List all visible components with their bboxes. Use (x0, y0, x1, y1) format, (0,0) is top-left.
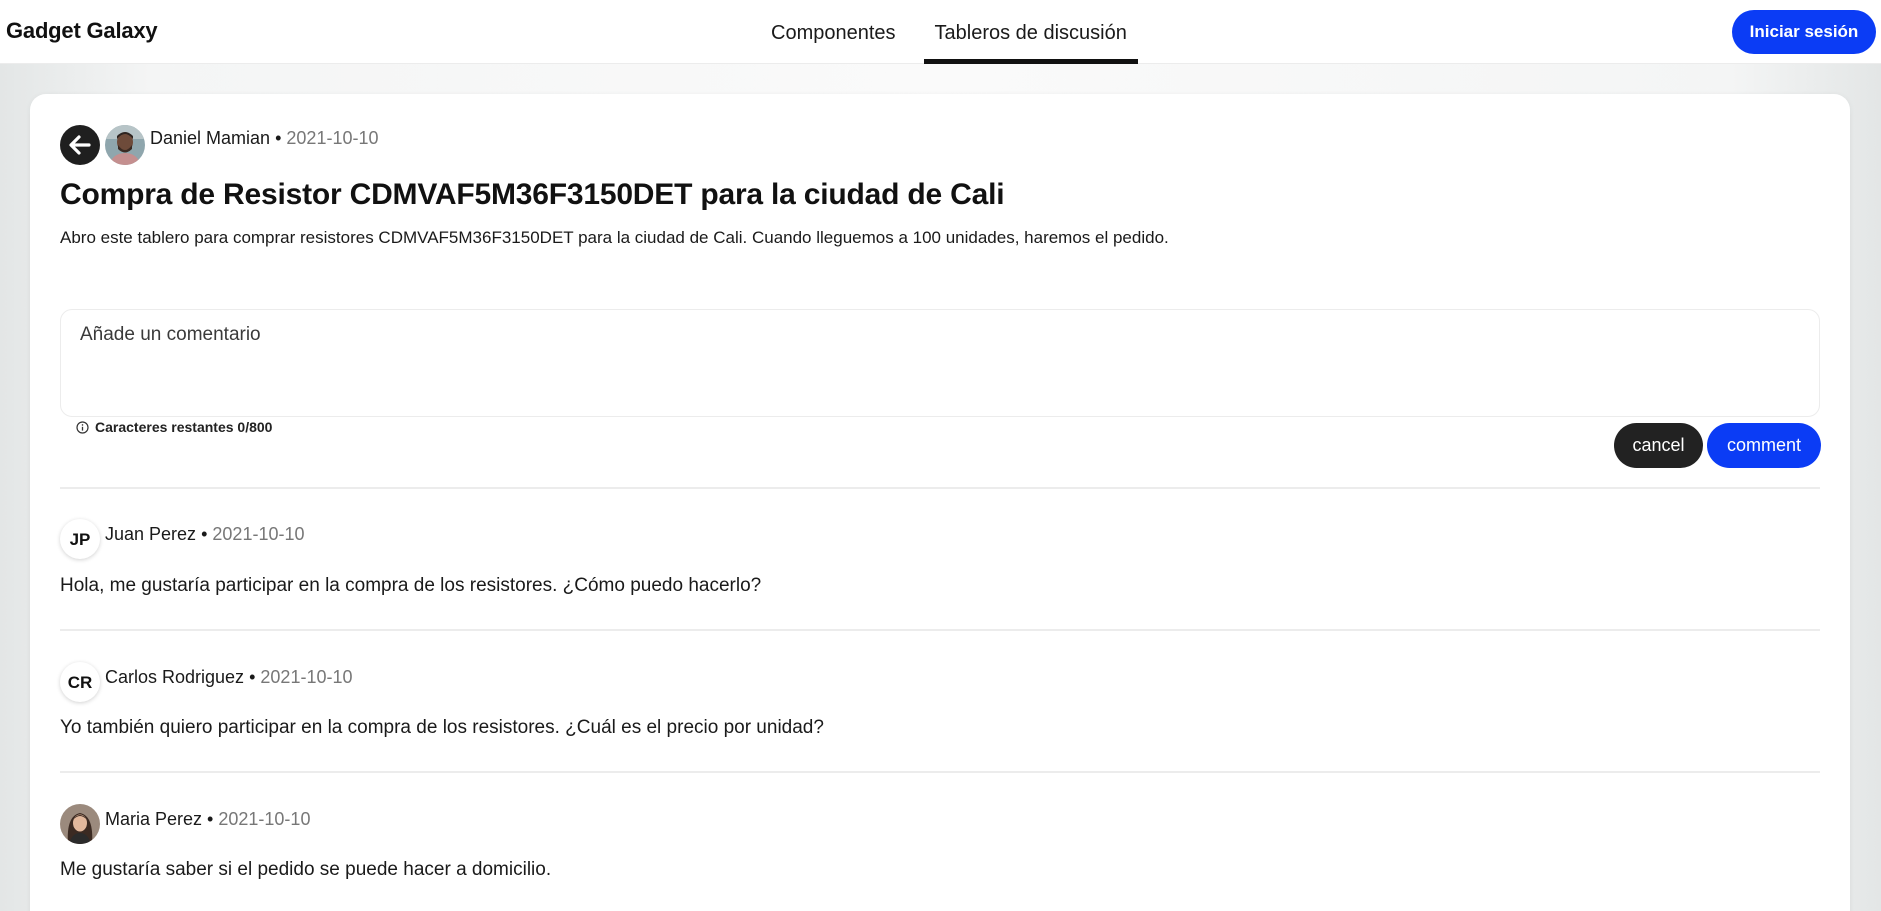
comment-author[interactable]: Juan Perez (105, 524, 196, 544)
submit-comment-button[interactable]: comment (1707, 423, 1821, 468)
comment-text: Hola, me gustaría participar en la compr… (60, 575, 762, 596)
main-nav: Componentes Tableros de discusión (760, 0, 1155, 64)
comment-author[interactable]: Carlos Rodriguez (105, 667, 244, 687)
comment-meta: Maria Perez • 2021-10-10 (105, 809, 310, 830)
discussion-card: Daniel Mamian • 2021-10-10 Compra de Res… (30, 94, 1850, 911)
divider (60, 771, 1820, 773)
post-title: Compra de Resistor CDMVAF5M36F3150DET pa… (60, 178, 1005, 211)
comment-input[interactable] (60, 309, 1820, 417)
user-photo-icon (105, 125, 145, 165)
meta-separator: • (201, 524, 208, 544)
comment-date: 2021-10-10 (218, 809, 311, 829)
info-icon (76, 420, 89, 434)
comment-date: 2021-10-10 (260, 667, 353, 687)
comment-meta: Carlos Rodriguez • 2021-10-10 (105, 667, 352, 688)
comment-meta: Juan Perez • 2021-10-10 (105, 524, 304, 545)
cancel-button[interactable]: cancel (1614, 423, 1703, 468)
meta-separator: • (207, 809, 214, 829)
char-counter: Caracteres restantes 0/800 (76, 419, 272, 435)
post-body: Abro este tablero para comprar resistore… (60, 228, 1169, 247)
brand-logo[interactable]: Gadget Galaxy (6, 18, 158, 44)
char-counter-text: Caracteres restantes 0/800 (95, 419, 273, 435)
divider (60, 487, 1820, 489)
commenter-avatar[interactable] (60, 804, 100, 844)
divider (60, 629, 1820, 631)
post-date: 2021-10-10 (286, 128, 379, 148)
commenter-avatar[interactable]: JP (60, 519, 100, 559)
login-button[interactable]: Iniciar sesión (1732, 10, 1876, 54)
commenter-avatar[interactable]: CR (60, 662, 100, 702)
meta-separator: • (275, 128, 282, 148)
tab-componentes[interactable]: Componentes (760, 0, 907, 64)
back-button[interactable] (60, 125, 100, 165)
comment-date: 2021-10-10 (212, 524, 305, 544)
top-navbar: Gadget Galaxy Componentes Tableros de di… (0, 0, 1881, 64)
tab-tableros-discusion[interactable]: Tableros de discusión (923, 0, 1138, 64)
comment-author[interactable]: Maria Perez (105, 809, 202, 829)
comment-text: Me gustaría saber si el pedido se puede … (60, 859, 552, 880)
meta-separator: • (249, 667, 256, 687)
comment-text: Yo también quiero participar en la compr… (60, 717, 824, 738)
user-photo-icon (60, 804, 100, 844)
post-meta: Daniel Mamian • 2021-10-10 (150, 128, 378, 149)
arrow-left-icon (69, 135, 91, 155)
author-avatar[interactable] (105, 125, 145, 165)
post-author[interactable]: Daniel Mamian (150, 128, 270, 148)
